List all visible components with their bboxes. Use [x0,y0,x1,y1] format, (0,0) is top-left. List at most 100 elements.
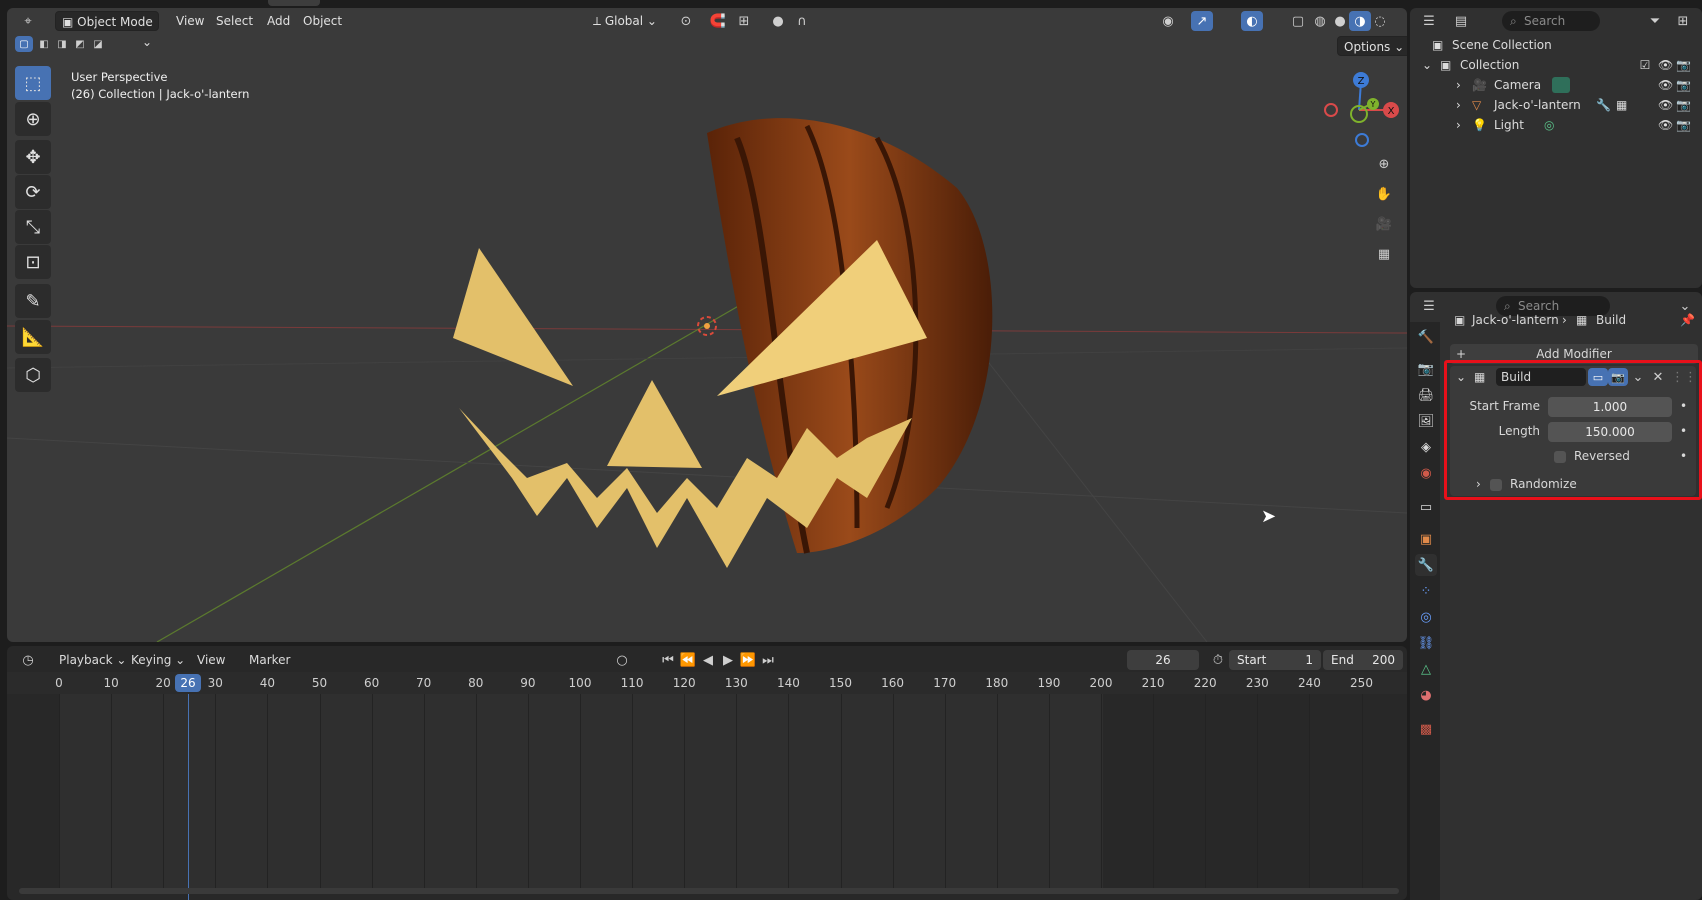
eye-icon[interactable]: 👁 [1658,118,1673,132]
play-reverse-icon[interactable]: ◀ [697,650,719,670]
visibility-icon[interactable]: ◉ [1157,11,1179,31]
randomize-checkbox[interactable] [1490,479,1502,491]
measure-tool[interactable]: 📐 [15,320,51,354]
checkbox-icon[interactable]: ☑ [1638,58,1652,72]
render-camera-icon[interactable]: 📷 [1676,98,1691,112]
3d-viewport[interactable]: ⌖ ▣ Object Mode ⌄ View Select Add Object … [7,8,1407,642]
menu-keying[interactable]: Keying ⌄ [125,650,191,670]
show-in-render-icon[interactable]: 📷 [1608,368,1628,386]
collection-row[interactable]: ⌄ ▣ Collection ☑ 👁 📷 [1410,55,1702,75]
render-camera-icon[interactable]: 📷 [1676,58,1691,72]
outliner-item-jack-o-lantern[interactable]: › ▽ Jack-o'-lantern 🔧 ▦ 👁 📷 [1410,95,1702,115]
render-tab-icon[interactable]: 📷 [1415,358,1437,380]
select-invert-icon[interactable]: ◩ [71,36,89,52]
wireframe-shading-icon[interactable]: ◍ [1309,11,1331,31]
collection-tab-icon[interactable]: ▭ [1415,496,1437,518]
particles-tab-icon[interactable]: ⁘ [1415,580,1437,602]
rotate-tool[interactable]: ⟳ [15,175,51,209]
close-icon[interactable]: ✕ [1648,368,1668,386]
length-field[interactable]: 150.000 [1548,422,1672,442]
outliner-item-camera[interactable]: › 🎥 Camera 👁 📷 [1410,75,1702,95]
navigation-gizmo[interactable]: Z X Y [1319,68,1399,158]
start-frame-field[interactable]: 1.000 [1548,397,1672,417]
eye-icon[interactable]: 👁 [1658,98,1673,112]
horizontal-scrollbar[interactable] [19,888,1399,894]
menu-object[interactable]: Object [297,11,348,31]
perspective-toggle-icon[interactable]: ▦ [1373,244,1395,264]
drag-handle-icon[interactable]: ⋮⋮ [1671,368,1697,386]
editor-type-icon[interactable]: ⌖ [17,11,39,31]
material-tab-icon[interactable]: ◕ [1415,684,1437,706]
chevron-right-icon[interactable]: › [1456,115,1461,135]
select-extend-icon[interactable]: ◧ [35,36,53,52]
transform-orientation-dropdown[interactable]: ⟂ Global ⌄ [587,11,669,31]
overlay-toggle-icon[interactable]: ◐ [1241,11,1263,31]
collapse-arrow-icon[interactable]: ⌄ [1456,370,1466,384]
scene-tab-icon[interactable]: ◈ [1415,436,1437,458]
world-tab-icon[interactable]: ◉ [1415,462,1437,484]
mode-dropdown[interactable]: ▣ Object Mode ⌄ [55,11,159,49]
keyframe-dot-icon[interactable]: • [1680,449,1687,463]
jump-to-end-icon[interactable]: ⏭ [757,650,779,670]
auto-keying-icon[interactable]: ○ [611,650,633,670]
menu-view[interactable]: View [191,650,231,670]
properties-editor-type-icon[interactable]: ☰ [1418,296,1440,316]
eye-icon[interactable]: 👁 [1658,78,1673,92]
output-tab-icon[interactable]: 🖨 [1415,384,1437,406]
play-icon[interactable]: ▶ [717,650,739,670]
physics-tab-icon[interactable]: ◎ [1415,606,1437,628]
scene-collection-row[interactable]: ▣ Scene Collection [1410,35,1702,55]
camera-view-icon[interactable]: 🎥 [1373,214,1395,234]
modifier-name-field[interactable]: Build [1496,368,1586,386]
render-camera-icon[interactable]: 📷 [1676,118,1691,132]
render-camera-icon[interactable]: 📷 [1676,78,1691,92]
select-intersect-icon[interactable]: ◪ [89,36,107,52]
menu-view[interactable]: View [170,11,210,31]
jump-to-keyframe-back-icon[interactable]: ⏪ [677,650,699,670]
jack-o-lantern-model[interactable] [7,8,1407,642]
select-box-tool[interactable]: ⬚ [15,66,51,100]
jump-to-start-icon[interactable]: ⏮ [657,650,679,670]
keyframe-dot-icon[interactable]: • [1680,424,1687,438]
annotate-tool[interactable]: ✎ [15,284,51,318]
snap-target-icon[interactable]: ⊞ [733,11,755,31]
menu-add[interactable]: Add [261,11,296,31]
outliner-editor-type-icon[interactable]: ☰ [1418,11,1440,31]
pin-icon[interactable]: 📌 [1680,310,1695,330]
select-new-icon[interactable]: ▢ [15,36,33,52]
chevron-right-icon[interactable]: › [1456,95,1461,115]
jump-to-keyframe-forward-icon[interactable]: ⏩ [737,650,759,670]
gizmo-toggle-icon[interactable]: ↗ [1191,11,1213,31]
new-collection-icon[interactable]: ⊞ [1672,11,1694,31]
texture-tab-icon[interactable]: ▩ [1415,718,1437,740]
pivot-icon[interactable]: ⊙ [675,11,697,31]
xray-icon[interactable]: ▢ [1287,11,1309,31]
data-tab-icon[interactable]: △ [1415,658,1437,680]
falloff-icon[interactable]: ∩ [791,11,813,31]
outliner-item-light[interactable]: › 💡 Light ◎ 👁 📷 [1410,115,1702,135]
cursor-tool[interactable]: ⊕ [15,102,51,136]
tab-layout[interactable] [268,0,320,6]
outliner-search-input[interactable]: ⌕ Search [1502,11,1600,31]
transform-tool[interactable]: ⊡ [15,245,51,279]
start-frame-field[interactable]: Start 1 [1229,650,1321,670]
pan-icon[interactable]: ✋ [1373,184,1395,204]
end-frame-field[interactable]: End 200 [1323,650,1403,670]
material-shading-icon[interactable]: ◑ [1349,11,1371,31]
view-layer-tab-icon[interactable]: 🖼 [1415,410,1437,432]
modifier-tab-icon[interactable]: 🔧 [1415,554,1437,576]
snap-icon[interactable]: 🧲 [707,11,729,31]
preview-range-icon[interactable]: ⏱ [1207,650,1229,670]
options-dropdown[interactable]: Options ⌄ [1337,36,1407,56]
select-subtract-icon[interactable]: ◨ [53,36,71,52]
chevron-right-icon[interactable]: › [1476,477,1481,491]
eye-icon[interactable]: 👁 [1658,58,1673,72]
reversed-checkbox[interactable] [1554,451,1566,463]
object-tab-icon[interactable]: ▣ [1415,528,1437,550]
chevron-right-icon[interactable]: › [1456,75,1461,95]
solid-shading-icon[interactable]: ● [1329,11,1351,31]
menu-select[interactable]: Select [210,11,259,31]
current-frame-field[interactable]: 26 [1127,650,1199,670]
chevron-down-icon[interactable]: ⌄ [1628,368,1648,386]
constraints-tab-icon[interactable]: ⛓ [1415,632,1437,654]
